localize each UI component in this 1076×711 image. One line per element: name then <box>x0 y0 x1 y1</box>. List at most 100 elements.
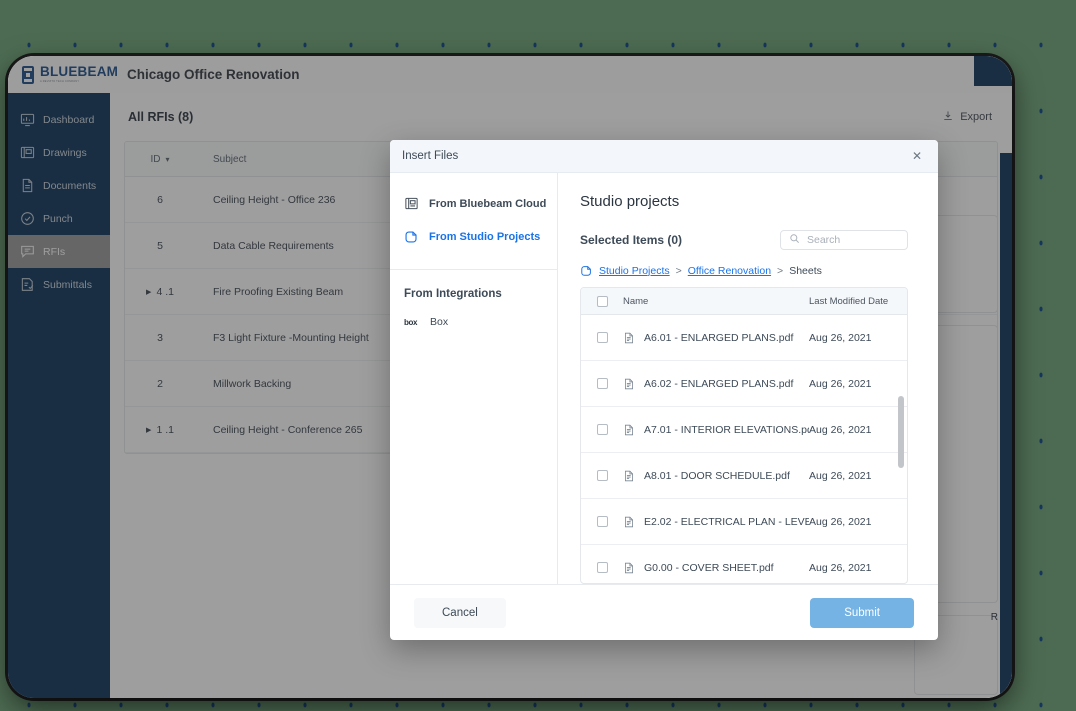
cell-id-value: 1 .1 <box>156 423 174 436</box>
sidebar-item-submittals[interactable]: Submittals <box>8 268 110 301</box>
cell-id-value: 3 <box>157 331 163 344</box>
source-bluebeam-cloud[interactable]: From Bluebeam Cloud <box>390 187 557 220</box>
sidebar-item-documents[interactable]: Documents <box>8 169 110 202</box>
source-label: From Studio Projects <box>429 230 541 243</box>
file-date-cell: Aug 26, 2021 <box>809 423 872 436</box>
cell-id: ▶ 1 .1 <box>125 424 195 436</box>
breadcrumb-separator: > <box>675 264 682 277</box>
documents-icon <box>20 178 35 193</box>
cancel-button[interactable]: Cancel <box>414 597 506 628</box>
file-checkbox[interactable] <box>596 424 608 435</box>
sidebar-item-rfis[interactable]: RFIs <box>8 235 110 268</box>
integrations-heading: From Integrations <box>404 288 502 300</box>
column-header-last-modified[interactable]: Last Modified Date <box>809 296 907 307</box>
file-list-scrollbar[interactable] <box>898 396 904 468</box>
selected-items-count: Selected Items (0) <box>580 233 683 247</box>
file-table-header: Name Last Modified Date <box>581 288 907 315</box>
sidebar-item-punch[interactable]: Punch <box>8 202 110 235</box>
document-icon <box>623 561 635 575</box>
cell-id-value: 4 .1 <box>156 285 174 298</box>
panel-title: Studio projects <box>580 193 680 210</box>
brand-name: BLUEBEAM <box>40 64 119 80</box>
column-header-name[interactable]: Name <box>623 296 809 307</box>
app-header: BLUEBEAM A REVIZTO TECH COMPANY Chicago … <box>8 56 1012 94</box>
column-header-id[interactable]: ID ▾ <box>125 154 195 165</box>
file-row[interactable]: A8.01 - DOOR SCHEDULE.pdf Aug 26, 2021 <box>581 453 907 499</box>
export-button[interactable]: Export <box>932 104 1002 131</box>
brand-tagline: A REVIZTO TECH COMPANY <box>40 79 80 83</box>
sidebar-item-label: Drawings <box>43 146 87 159</box>
file-row[interactable]: G0.00 - COVER SHEET.pdf Aug 26, 2021 <box>581 545 907 583</box>
file-checkbox-cell[interactable] <box>581 424 623 435</box>
submit-button[interactable]: Submit <box>810 597 914 628</box>
breadcrumb-link-studio-projects[interactable]: Studio Projects <box>599 265 670 277</box>
search-field[interactable] <box>780 230 908 250</box>
sidebar-item-dashboard[interactable]: Dashboard <box>8 103 110 136</box>
file-row[interactable]: A6.01 - ENLARGED PLANS.pdf Aug 26, 2021 <box>581 315 907 361</box>
rfis-icon <box>20 244 35 259</box>
expand-triangle-icon[interactable]: ▶ <box>146 288 151 296</box>
file-date-cell: Aug 26, 2021 <box>809 469 872 482</box>
file-date-cell: Aug 26, 2021 <box>809 377 872 390</box>
breadcrumb-link-office-renovation[interactable]: Office Renovation <box>688 265 771 277</box>
file-name-cell: A6.01 - ENLARGED PLANS.pdf <box>623 331 809 345</box>
document-icon <box>623 331 635 345</box>
file-date-cell: Aug 26, 2021 <box>809 515 872 528</box>
file-name-cell: E2.02 - ELECTRICAL PLAN - LEVEL <box>623 515 809 529</box>
file-row[interactable]: E2.02 - ELECTRICAL PLAN - LEVEL Aug 26, 2… <box>581 499 907 545</box>
bluebeam-cloud-icon <box>404 196 419 211</box>
sidebar-item-drawings[interactable]: Drawings <box>8 136 110 169</box>
file-checkbox[interactable] <box>596 470 608 481</box>
select-all-cell[interactable] <box>581 295 623 307</box>
document-icon <box>623 515 635 529</box>
download-icon <box>942 110 954 125</box>
file-name-cell: A8.01 - DOOR SCHEDULE.pdf <box>623 469 809 483</box>
search-input[interactable] <box>805 233 899 247</box>
file-checkbox-cell[interactable] <box>581 516 623 527</box>
file-checkbox-cell[interactable] <box>581 378 623 389</box>
punch-icon <box>20 211 35 226</box>
file-name-label: A8.01 - DOOR SCHEDULE.pdf <box>644 469 790 482</box>
sidebar-nav: Dashboard Drawings Documents Punch RFIs … <box>8 93 110 698</box>
cell-id-value: 6 <box>157 193 163 206</box>
dialog-body: From Bluebeam Cloud From Studio Projects… <box>390 173 938 584</box>
file-row[interactable]: A7.01 - INTERIOR ELEVATIONS.pdf Aug 26, 2… <box>581 407 907 453</box>
integration-box[interactable]: box Box <box>390 300 557 328</box>
sidebar-item-label: Punch <box>43 212 73 225</box>
cell-id-value: 5 <box>157 239 163 252</box>
bluebeam-logo: BLUEBEAM A REVIZTO TECH COMPANY <box>8 65 118 84</box>
drawings-icon <box>20 145 35 160</box>
document-icon <box>623 469 635 483</box>
file-checkbox[interactable] <box>596 378 608 389</box>
box-logo-icon: box <box>404 317 418 327</box>
chevron-down-icon: ▾ <box>165 154 170 164</box>
breadcrumb: Studio Projects > Office Renovation > Sh… <box>580 264 908 277</box>
file-checkbox[interactable] <box>596 332 608 343</box>
file-date-cell: Aug 26, 2021 <box>809 561 872 574</box>
breadcrumb-current-sheets: Sheets <box>789 264 822 277</box>
page-title: All RFIs (8) <box>128 110 194 124</box>
file-table-body: A6.01 - ENLARGED PLANS.pdf Aug 26, 2021 A6… <box>581 315 907 583</box>
cell-id: 5 <box>125 240 195 252</box>
file-checkbox-cell[interactable] <box>581 562 623 573</box>
file-checkbox[interactable] <box>596 516 608 527</box>
close-icon[interactable]: ✕ <box>908 147 926 165</box>
file-checkbox-cell[interactable] <box>581 470 623 481</box>
select-all-checkbox[interactable] <box>596 295 608 307</box>
file-name-cell: A6.02 - ENLARGED PLANS.pdf <box>623 377 809 391</box>
file-row[interactable]: A6.02 - ENLARGED PLANS.pdf Aug 26, 2021 <box>581 361 907 407</box>
insert-files-dialog: Insert Files ✕ From Bluebeam Cloud From … <box>390 140 938 640</box>
file-name-cell: G0.00 - COVER SHEET.pdf <box>623 561 809 575</box>
file-tab-button[interactable] <box>974 56 1012 86</box>
dialog-source-panel: From Bluebeam Cloud From Studio Projects… <box>390 173 558 584</box>
export-label: Export <box>960 111 992 123</box>
dashboard-icon <box>20 112 35 127</box>
right-panel-label: R <box>990 612 998 623</box>
expand-triangle-icon[interactable]: ▶ <box>146 426 151 434</box>
content-toolbar: All RFIs (8) Export <box>110 93 1012 141</box>
file-checkbox-cell[interactable] <box>581 332 623 343</box>
source-studio-projects[interactable]: From Studio Projects <box>390 220 557 253</box>
dialog-header: Insert Files ✕ <box>390 140 938 173</box>
sidebar-item-label: Dashboard <box>43 113 95 126</box>
file-checkbox[interactable] <box>596 562 608 573</box>
